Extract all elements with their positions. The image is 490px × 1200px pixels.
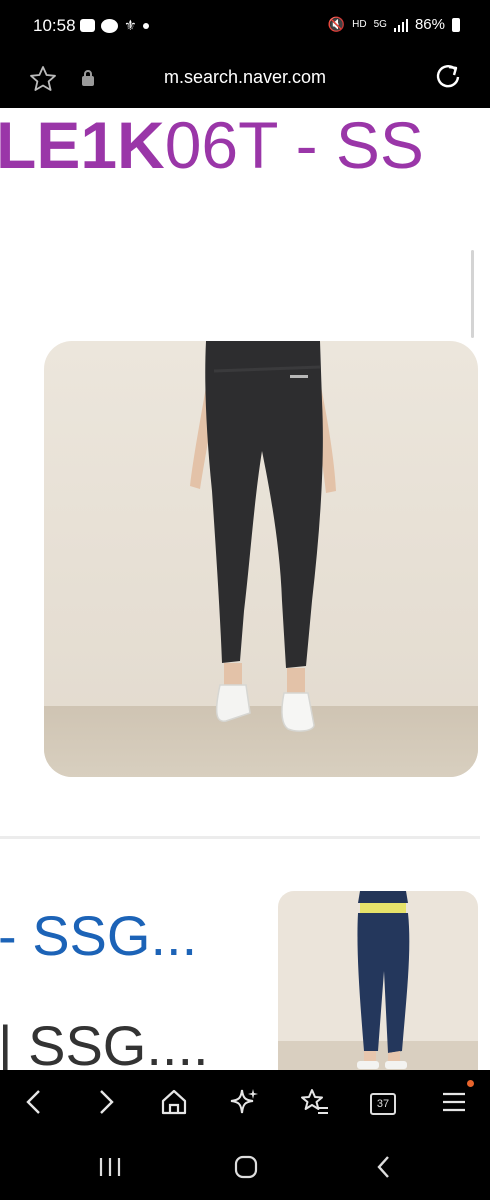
circle-home-icon[interactable] <box>232 1154 260 1180</box>
reload-icon[interactable] <box>432 60 464 92</box>
notification-icons: ⚜ <box>80 17 149 34</box>
scroll-indicator[interactable] <box>471 250 474 338</box>
home-icon[interactable] <box>158 1086 190 1118</box>
talk-bubble-icon <box>101 18 118 33</box>
status-bar: 10:58 ⚜ 🔇 HD 5G 86% <box>0 0 490 54</box>
tabs-icon[interactable]: 37 <box>370 1093 396 1115</box>
result-subtitle: | SSG.... <box>0 1014 209 1070</box>
network-type: 5G <box>373 19 387 30</box>
hamburger-icon[interactable] <box>438 1086 470 1118</box>
result-thumbnail[interactable] <box>278 891 478 1070</box>
result-title-link[interactable]: - SSG... <box>0 903 197 968</box>
star-list-icon[interactable] <box>298 1086 330 1118</box>
hd-voice-label: HD <box>352 19 367 30</box>
menu-notification-badge <box>467 1080 474 1087</box>
mute-icon: 🔇 <box>327 16 346 32</box>
status-right: 🔇 HD 5G 86% <box>328 16 460 33</box>
system-nav-bar <box>0 1134 490 1200</box>
product-image[interactable] <box>44 341 478 777</box>
battery-percent: 86% <box>414 16 445 33</box>
battery-icon <box>452 17 460 32</box>
gallery-icon <box>80 19 95 32</box>
status-time: 10:58 <box>33 16 76 35</box>
sparkle-icon[interactable] <box>228 1086 260 1118</box>
web-content: LE1K06T - SS - SSG... | SSG.... <box>0 108 490 1070</box>
signal-icon <box>393 18 408 32</box>
recents-icon[interactable] <box>96 1156 124 1178</box>
headline-rest: 06T - SS <box>164 108 424 182</box>
chevron-left-icon[interactable] <box>18 1086 50 1118</box>
headline-bold: LE1K <box>0 108 165 182</box>
browser-toolbar <box>0 1070 490 1134</box>
section-divider <box>0 836 480 839</box>
more-notifications-icon <box>142 22 149 29</box>
product-headline[interactable]: LE1K06T - SS <box>0 108 424 182</box>
system-back-icon[interactable] <box>372 1154 396 1180</box>
url-bar: m.search.naver.com <box>0 54 490 108</box>
accessibility-icon: ⚜ <box>124 17 137 33</box>
chevron-right-icon[interactable] <box>90 1086 122 1118</box>
url-field[interactable]: m.search.naver.com <box>0 67 490 88</box>
